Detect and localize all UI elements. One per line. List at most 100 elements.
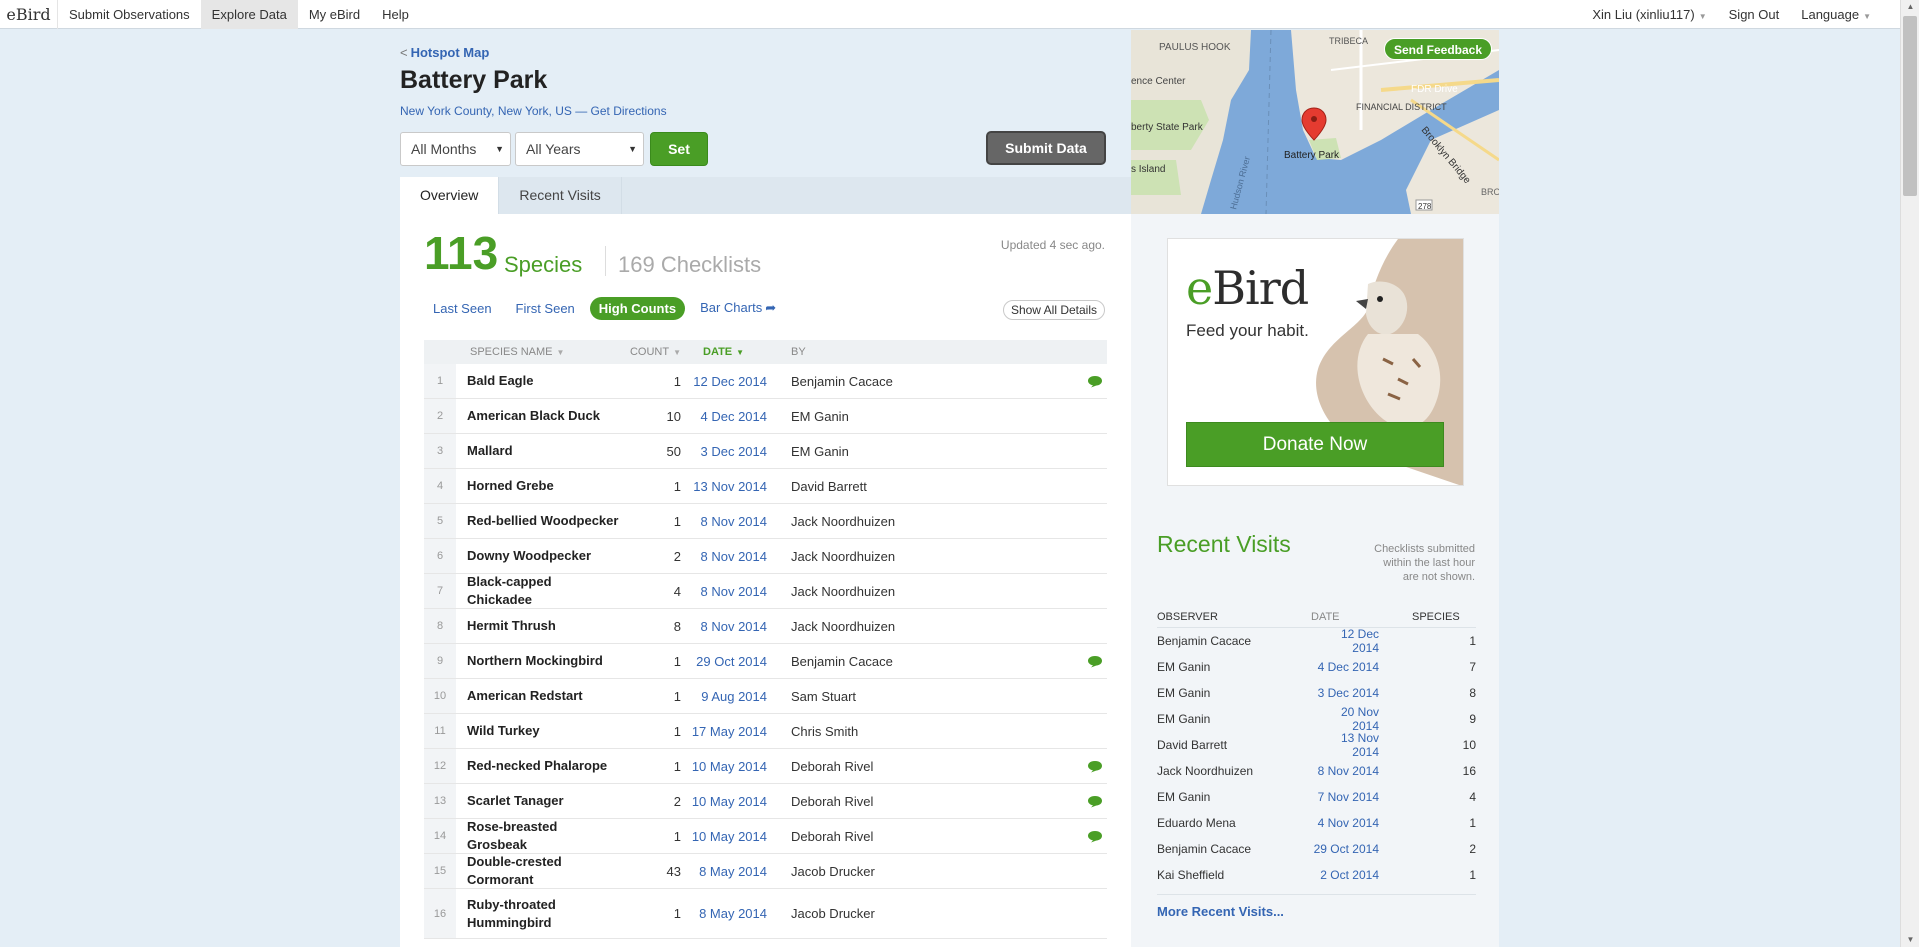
species-count-cell: 8 xyxy=(673,618,681,634)
ad-tagline: Feed your habit. xyxy=(1186,321,1309,340)
checklist-date-link[interactable]: 8 Nov 2014 xyxy=(681,619,791,634)
visit-date-link[interactable]: 12 Dec 2014 xyxy=(1311,627,1401,655)
species-name[interactable]: American Black Duck xyxy=(456,407,619,425)
checklist-date-link[interactable]: 12 Dec 2014 xyxy=(681,374,791,389)
species-name[interactable]: American Redstart xyxy=(456,687,619,705)
comment-icon[interactable] xyxy=(1087,375,1103,388)
visit-species-count: 2 xyxy=(1469,842,1476,856)
visit-species-count: 7 xyxy=(1469,660,1476,674)
subtab-bar-charts[interactable]: Bar Charts ➦ xyxy=(691,296,785,320)
visit-observer: EM Ganin xyxy=(1157,686,1211,700)
visit-species-count: 9 xyxy=(1469,712,1476,726)
species-name[interactable]: Rose-breasted Grosbeak xyxy=(456,818,619,854)
donate-now-button[interactable]: Donate Now xyxy=(1186,422,1444,467)
checklist-date-link[interactable]: 8 Nov 2014 xyxy=(681,584,791,599)
species-name[interactable]: Downy Woodpecker xyxy=(456,547,619,565)
visit-date-link[interactable]: 3 Dec 2014 xyxy=(1311,686,1401,700)
visit-date-link[interactable]: 7 Nov 2014 xyxy=(1311,790,1401,804)
species-name[interactable]: Northern Mockingbird xyxy=(456,652,619,670)
species-name[interactable]: Mallard xyxy=(456,442,619,460)
row-number: 4 xyxy=(424,469,456,503)
checklist-date-link[interactable]: 8 Nov 2014 xyxy=(681,549,791,564)
species-name[interactable]: Hermit Thrush xyxy=(456,617,619,635)
species-name[interactable]: Red-bellied Woodpecker xyxy=(456,512,619,530)
recent-visit-row: David Barrett 13 Nov 2014 10 xyxy=(1157,731,1476,759)
species-name[interactable]: Red-necked Phalarope xyxy=(456,757,619,775)
visit-observer: Eduardo Mena xyxy=(1157,816,1236,830)
row-number: 9 xyxy=(424,644,456,678)
th-species-name[interactable]: Species Name ▼ xyxy=(424,346,619,358)
recent-visits-table: Observer Date Species Benjamin Cacace 12 … xyxy=(1157,606,1476,888)
checklist-date-link[interactable]: 10 May 2014 xyxy=(681,829,791,844)
row-number: 7 xyxy=(424,574,456,608)
table-row: 6 Downy Woodpecker 2 8 Nov 2014 Jack Noordhu… xyxy=(424,539,1107,574)
comment-icon[interactable] xyxy=(1087,760,1103,773)
subtab-high-counts[interactable]: High Counts xyxy=(589,296,686,320)
tab-overview[interactable]: Overview xyxy=(400,177,500,214)
hotspot-map-link[interactable]: Hotspot Map xyxy=(411,45,490,60)
subtab-first-seen[interactable]: First Seen xyxy=(507,297,584,320)
page-scrollbar[interactable]: ▲ ▼ xyxy=(1900,0,1919,947)
visit-species-count: 1 xyxy=(1469,816,1476,830)
checklist-date-link[interactable]: 10 May 2014 xyxy=(681,794,791,809)
th-date[interactable]: Date ▼ xyxy=(681,346,791,358)
comment-icon[interactable] xyxy=(1087,655,1103,668)
comment-icon[interactable] xyxy=(1087,795,1103,808)
map-label-science-center: ence Center xyxy=(1131,76,1186,87)
table-row: 14 Rose-breasted Grosbeak 1 10 May 2014 Debo… xyxy=(424,819,1107,854)
more-recent-visits-link[interactable]: More Recent Visits... xyxy=(1157,904,1284,919)
visit-date-link[interactable]: 4 Nov 2014 xyxy=(1311,816,1401,830)
checklist-date-link[interactable]: 8 May 2014 xyxy=(681,864,791,879)
th-count[interactable]: Count ▼ xyxy=(619,346,681,358)
species-name[interactable]: Black-capped Chickadee xyxy=(456,573,619,609)
language-menu[interactable]: Language ▼ xyxy=(1790,0,1882,29)
checklist-date-link[interactable]: 8 May 2014 xyxy=(681,906,791,921)
species-count-cell: 10 xyxy=(666,408,681,424)
visit-date-link[interactable]: 2 Oct 2014 xyxy=(1311,868,1401,882)
tab-recent-visits[interactable]: Recent Visits xyxy=(499,177,622,214)
species-name[interactable]: Horned Grebe xyxy=(456,477,619,495)
species-name[interactable]: Scarlet Tanager xyxy=(456,792,619,810)
visit-date-link[interactable]: 4 Dec 2014 xyxy=(1311,660,1401,674)
submit-data-button[interactable]: Submit Data xyxy=(986,131,1106,165)
user-menu[interactable]: Xin Liu (xinliu117) ▼ xyxy=(1581,0,1717,29)
scroll-up-icon[interactable]: ▲ xyxy=(1901,0,1919,14)
visit-date-link[interactable]: 8 Nov 2014 xyxy=(1311,764,1401,778)
checklist-date-link[interactable]: 9 Aug 2014 xyxy=(681,689,791,704)
send-feedback-button[interactable]: Send Feedback xyxy=(1384,38,1493,60)
checklist-date-link[interactable]: 29 Oct 2014 xyxy=(681,654,791,669)
ebird-logo[interactable]: eBird xyxy=(0,0,58,29)
donate-ad[interactable]: eBird Feed your habit. Donate Now xyxy=(1167,238,1464,486)
visit-date-link[interactable]: 29 Oct 2014 xyxy=(1311,842,1401,856)
months-select[interactable]: All Months ▼ xyxy=(400,132,511,166)
species-name[interactable]: Wild Turkey xyxy=(456,722,619,740)
species-name[interactable]: Double-crested Cormorant xyxy=(456,853,619,889)
years-select[interactable]: All Years ▼ xyxy=(515,132,644,166)
checklist-date-link[interactable]: 3 Dec 2014 xyxy=(681,444,791,459)
scroll-down-icon[interactable]: ▼ xyxy=(1901,933,1919,947)
visit-observer: EM Ganin xyxy=(1157,660,1211,674)
nav-my-ebird[interactable]: My eBird xyxy=(298,0,371,29)
checklist-date-link[interactable]: 10 May 2014 xyxy=(681,759,791,774)
set-button[interactable]: Set xyxy=(650,132,708,166)
species-name[interactable]: Ruby-throated Hummingbird xyxy=(456,896,619,932)
sign-out-link[interactable]: Sign Out xyxy=(1718,0,1791,29)
species-name[interactable]: Bald Eagle xyxy=(456,372,619,390)
visit-date-link[interactable]: 13 Nov 2014 xyxy=(1311,731,1401,759)
checklist-date-link[interactable]: 4 Dec 2014 xyxy=(681,409,791,424)
subtab-last-seen[interactable]: Last Seen xyxy=(424,297,501,320)
nav-explore-data[interactable]: Explore Data xyxy=(200,0,298,29)
visit-date-link[interactable]: 20 Nov 2014 xyxy=(1311,705,1401,733)
checklist-date-link[interactable]: 17 May 2014 xyxy=(681,724,791,739)
comment-icon[interactable] xyxy=(1087,830,1103,843)
observer-name: Benjamin Cacace xyxy=(791,653,893,669)
checklist-date-link[interactable]: 13 Nov 2014 xyxy=(681,479,791,494)
nav-submit-observations[interactable]: Submit Observations xyxy=(58,0,201,29)
show-all-details-button[interactable]: Show All Details xyxy=(1002,300,1105,320)
scroll-thumb[interactable] xyxy=(1903,16,1917,196)
get-directions-link[interactable]: Get Directions xyxy=(591,104,667,118)
recent-visit-row: EM Ganin 3 Dec 2014 8 xyxy=(1157,680,1476,706)
nav-help[interactable]: Help xyxy=(371,0,420,29)
checklist-date-link[interactable]: 8 Nov 2014 xyxy=(681,514,791,529)
rv-th-date: Date xyxy=(1311,610,1340,623)
